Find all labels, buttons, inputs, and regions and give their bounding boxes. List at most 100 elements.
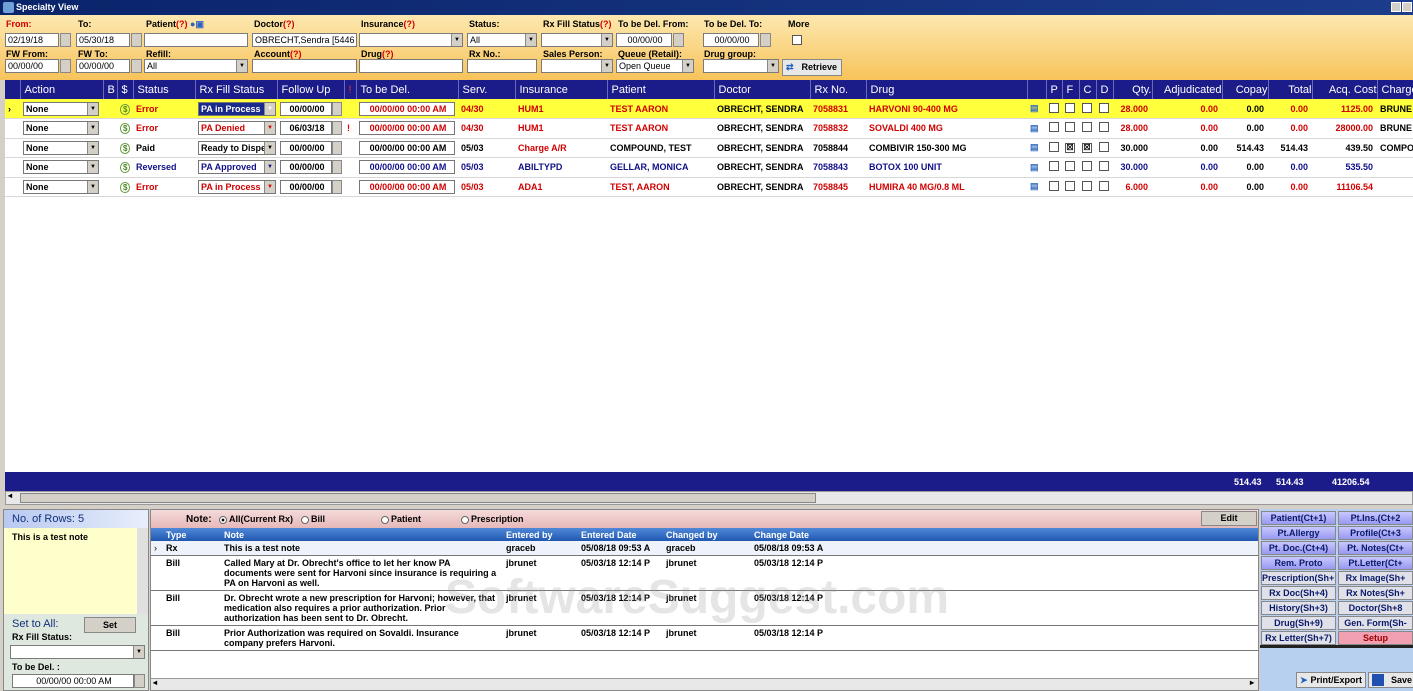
refill-select[interactable]: All ▼	[144, 59, 248, 73]
rxfill-select[interactable]: Ready to Dispe ▼	[198, 140, 276, 155]
print-export-button[interactable]: ➤ Print/Export	[1296, 672, 1366, 688]
fw-from-input[interactable]: 00/00/00	[5, 59, 59, 73]
retrieve-button[interactable]: ⇄ Retrieve	[782, 59, 842, 76]
chevron-down-icon[interactable]: ▼	[767, 60, 778, 72]
row-checkbox[interactable]	[1049, 161, 1059, 172]
druggroup-select[interactable]: ▼	[703, 59, 779, 73]
chevron-down-icon[interactable]: ▼	[451, 34, 462, 46]
action-select[interactable]: None ▼	[23, 160, 99, 175]
column-header[interactable]: Copay	[1222, 80, 1269, 99]
column-header[interactable]: Acq. Cost	[1312, 80, 1378, 99]
chevron-down-icon[interactable]: ▼	[264, 141, 275, 154]
set-tbd-input[interactable]: 00/00/00 00:00 AM	[12, 674, 134, 688]
follow-up-spinner[interactable]	[332, 179, 342, 194]
row-checkbox[interactable]	[1082, 161, 1092, 172]
action-button[interactable]: Rx Doc(Sh+4)	[1261, 586, 1336, 600]
account-help[interactable]: (?)	[290, 49, 302, 59]
grid-horizontal-scrollbar[interactable]: ◂	[5, 491, 1413, 505]
column-header[interactable]: F	[1062, 80, 1080, 99]
fw-to-spinner[interactable]	[131, 59, 142, 73]
action-button[interactable]: Pt. Notes(Ct+	[1338, 541, 1413, 555]
column-header[interactable]	[1027, 80, 1047, 99]
row-checkbox[interactable]	[1099, 102, 1109, 113]
column-header[interactable]: Rx No.	[810, 80, 867, 99]
chevron-down-icon[interactable]: ▼	[264, 180, 275, 193]
note-doc-icon[interactable]: ▤	[1030, 142, 1039, 152]
chevron-down-icon[interactable]: ▼	[601, 60, 612, 72]
rxfill-select[interactable]: PA in Process ▼	[198, 101, 276, 116]
patient-input[interactable]	[144, 33, 248, 47]
note-row[interactable]: Bill Called Mary at Dr. Obrecht's office …	[151, 555, 1258, 591]
scroll-thumb[interactable]	[20, 493, 816, 503]
follow-up-input[interactable]: 00/00/00	[280, 179, 332, 194]
action-button[interactable]: Prescription(Sh+1)	[1261, 571, 1336, 585]
set-tbd-spinner[interactable]	[134, 674, 145, 688]
note-doc-icon[interactable]: ▤	[1030, 103, 1039, 113]
note-doc-icon[interactable]: ▤	[1030, 181, 1039, 191]
maximize-button[interactable]	[1402, 2, 1412, 12]
drug-input[interactable]	[359, 59, 463, 73]
rxfill-select[interactable]: ▼	[541, 33, 613, 47]
column-header[interactable]: Status	[133, 80, 196, 99]
row-checkbox[interactable]	[1099, 180, 1109, 191]
chevron-down-icon[interactable]: ▼	[601, 34, 612, 46]
action-button[interactable]: Setup	[1338, 631, 1413, 645]
table-row[interactable]: None ▼ $ Paid Ready to Dispe ▼ 00/00/00 00/00/0…	[5, 138, 1413, 158]
notes-column-header[interactable]: Entered by	[503, 528, 578, 541]
to-date-spinner[interactable]	[131, 33, 142, 47]
account-input[interactable]	[252, 59, 357, 73]
action-button[interactable]: Patient(Ct+1)	[1261, 511, 1336, 525]
row-checkbox[interactable]	[1065, 102, 1075, 113]
notes-column-header[interactable]: Change Date	[751, 528, 1258, 541]
radio-bill[interactable]: Bill	[301, 514, 325, 524]
column-header[interactable]: Qty.	[1113, 80, 1153, 99]
chevron-down-icon[interactable]: ▼	[682, 60, 693, 72]
column-header[interactable]: P	[1046, 80, 1063, 99]
row-checkbox[interactable]	[1082, 122, 1092, 133]
row-checkbox[interactable]	[1082, 102, 1092, 113]
column-header[interactable]: To be Del.	[356, 80, 459, 99]
column-header[interactable]: D	[1096, 80, 1114, 99]
action-button[interactable]: Pt.Ins.(Ct+2	[1338, 511, 1413, 525]
table-row[interactable]: None ▼ $ Reversed PA Approved ▼ 00/00/00 00/00/…	[5, 157, 1413, 178]
row-checkbox[interactable]	[1049, 122, 1059, 133]
chevron-down-icon[interactable]: ▼	[264, 161, 275, 174]
row-checkbox[interactable]	[1099, 122, 1109, 133]
row-checkbox[interactable]	[1099, 161, 1109, 172]
column-header[interactable]: Drug	[866, 80, 1028, 99]
action-button[interactable]: Rx Notes(Sh+	[1338, 586, 1413, 600]
scroll-right-icon[interactable]: ▸	[1250, 678, 1254, 687]
doctor-input[interactable]: OBRECHT,Sendra [5446	[252, 33, 357, 47]
table-row[interactable]: None ▼ $ Error PA Denied ▼ 06/03/18! 00/00/00 0…	[5, 118, 1413, 139]
scroll-left-icon[interactable]: ◂	[153, 678, 157, 687]
column-header[interactable]: Doctor	[714, 80, 811, 99]
note-scrollbar[interactable]	[137, 528, 148, 614]
to-be-del-input[interactable]: 00/00/00 00:00 AM	[359, 121, 455, 136]
tbd-to-input[interactable]: 00/00/00	[703, 33, 759, 47]
radio-all[interactable]: All(Current Rx)	[219, 514, 293, 524]
follow-up-input[interactable]: 00/00/00	[280, 160, 332, 175]
column-header[interactable]: Total	[1268, 80, 1313, 99]
notes-column-header[interactable]: Entered Date	[578, 528, 663, 541]
action-select[interactable]: None ▼	[23, 121, 99, 136]
row-checkbox[interactable]: ☒	[1082, 143, 1092, 154]
follow-up-spinner[interactable]	[332, 101, 342, 116]
follow-up-input[interactable]: 00/00/00	[280, 101, 332, 116]
action-button[interactable]: Pt. Doc.(Ct+4)	[1261, 541, 1336, 555]
to-be-del-input[interactable]: 00/00/00 00:00 AM	[359, 101, 455, 116]
rxno-input[interactable]	[467, 59, 537, 73]
patient-lookup-icon[interactable]: ●▣	[190, 19, 204, 29]
action-button[interactable]: Pt.Letter(Ct+	[1338, 556, 1413, 570]
insurance-help[interactable]: (?)	[404, 19, 416, 29]
column-header[interactable]: Rx Fill Status	[195, 80, 278, 99]
chevron-down-icon[interactable]: ▼	[87, 102, 98, 115]
column-header[interactable]: $	[117, 80, 134, 99]
tbd-from-spinner[interactable]	[673, 33, 684, 47]
notes-column-header[interactable]: Type	[163, 528, 221, 541]
note-preview[interactable]: This is a test note	[4, 528, 148, 614]
action-select[interactable]: None ▼	[23, 179, 99, 194]
column-header[interactable]: Patient	[607, 80, 715, 99]
fw-from-spinner[interactable]	[60, 59, 71, 73]
queue-select[interactable]: Open Queue ▼	[616, 59, 694, 73]
set-button[interactable]: Set	[84, 617, 136, 633]
